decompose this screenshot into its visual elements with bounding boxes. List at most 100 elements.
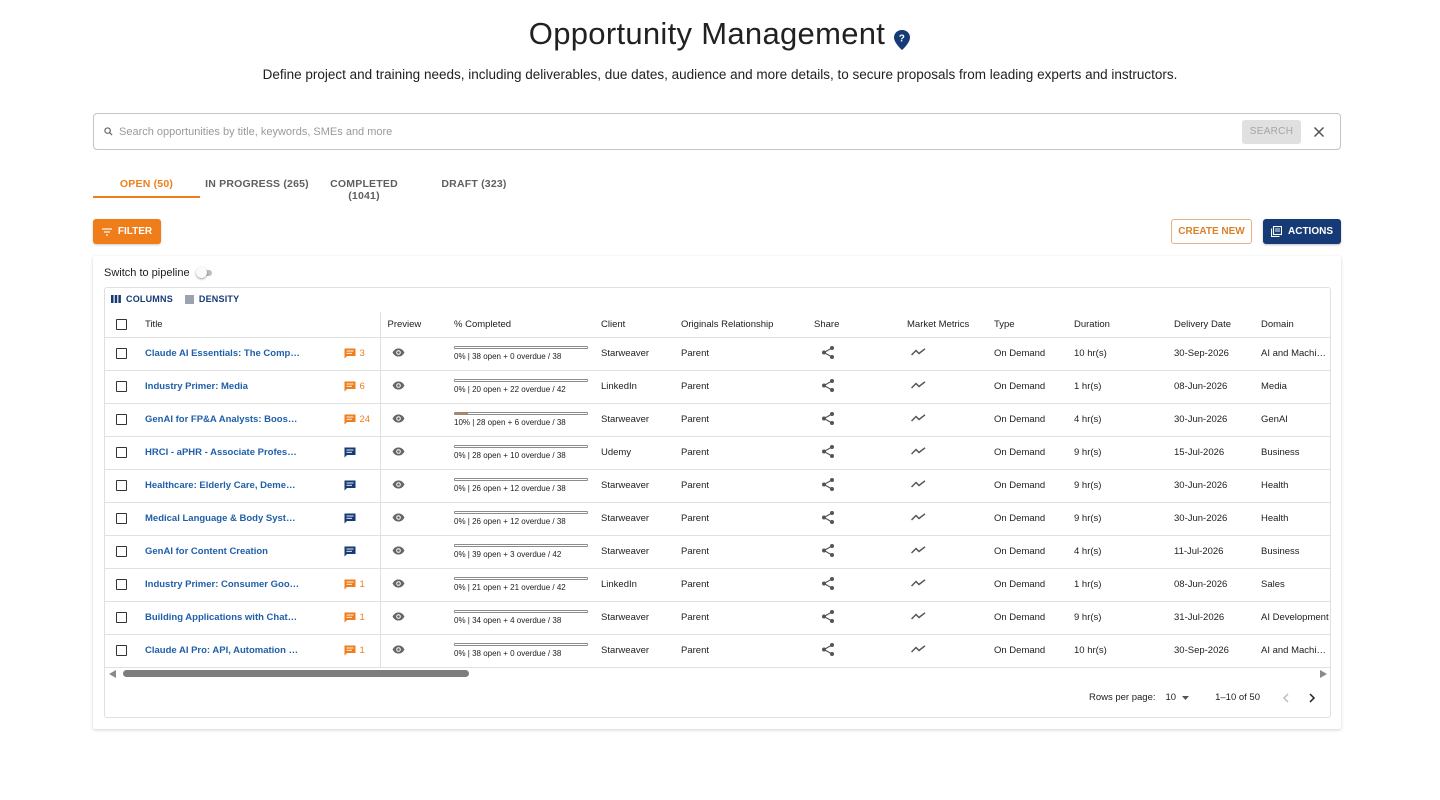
share-icon[interactable]: [822, 510, 834, 527]
tab-draft[interactable]: DRAFT (323): [414, 172, 534, 198]
opportunity-title-link[interactable]: HRCI - aPHR - Associate Professional in …: [145, 447, 300, 458]
tab-in-progress[interactable]: IN PROGRESS (265): [200, 172, 314, 198]
rows-per-page-select[interactable]: 10: [1166, 692, 1190, 703]
opportunity-title-link[interactable]: GenAI for Content Creation: [145, 546, 268, 557]
table-row[interactable]: GenAI for Content Creation 0% | 39 open …: [105, 535, 1330, 569]
tab-open[interactable]: OPEN (50): [93, 172, 200, 198]
previous-page-icon[interactable]: [1282, 692, 1289, 703]
eye-icon[interactable]: [392, 645, 405, 657]
share-icon[interactable]: [822, 609, 834, 626]
eye-icon[interactable]: [392, 612, 405, 624]
opportunity-title-link[interactable]: Healthcare: Elderly Care, Dementia and M…: [145, 480, 300, 491]
column-header-preview[interactable]: Preview: [380, 312, 447, 338]
table-row[interactable]: Healthcare: Elderly Care, Dementia and M…: [105, 469, 1330, 503]
comments-indicator[interactable]: 6: [344, 381, 372, 392]
column-header-client[interactable]: Client: [594, 312, 674, 338]
opportunity-title-link[interactable]: Industry Primer: Media: [145, 381, 248, 392]
comments-indicator[interactable]: 1: [344, 579, 372, 590]
table-row[interactable]: Medical Language & Body Systems Fundamen…: [105, 502, 1330, 536]
trending-icon[interactable]: [910, 513, 926, 524]
row-checkbox[interactable]: [116, 414, 127, 425]
table-row[interactable]: GenAI for FP&A Analysts: Boosting Foreca…: [105, 403, 1330, 437]
eye-icon[interactable]: [392, 546, 405, 558]
trending-icon[interactable]: [910, 645, 926, 656]
share-icon[interactable]: [822, 345, 834, 362]
close-icon[interactable]: [1313, 126, 1325, 138]
column-header-relationship[interactable]: Originals Relationship: [674, 312, 807, 338]
comments-indicator[interactable]: [344, 480, 372, 491]
next-page-icon[interactable]: [1309, 692, 1316, 703]
row-checkbox[interactable]: [116, 348, 127, 359]
trending-icon[interactable]: [910, 579, 926, 590]
eye-icon[interactable]: [392, 381, 405, 393]
opportunity-title-link[interactable]: Industry Primer: Consumer Goods: [145, 579, 300, 590]
share-icon[interactable]: [822, 477, 834, 494]
comments-indicator[interactable]: 1: [344, 645, 372, 656]
tab-completed[interactable]: COMPLETED (1041): [314, 172, 414, 202]
share-icon[interactable]: [822, 543, 834, 560]
share-icon[interactable]: [822, 642, 834, 659]
opportunity-title-link[interactable]: Medical Language & Body Systems Fundamen…: [145, 513, 300, 524]
table-row[interactable]: Building Applications with ChatGPT API 1…: [105, 601, 1330, 635]
table-row[interactable]: Claude AI Pro: API, Automation & Agents …: [105, 634, 1330, 668]
eye-icon[interactable]: [392, 414, 405, 426]
scroll-left-icon[interactable]: [109, 670, 116, 678]
column-header-delivery-date[interactable]: Delivery Date: [1167, 312, 1254, 338]
opportunity-title-link[interactable]: Claude AI Pro: API, Automation & Agents: [145, 645, 300, 656]
row-checkbox[interactable]: [116, 447, 127, 458]
row-checkbox[interactable]: [116, 513, 127, 524]
column-header-completed[interactable]: % Completed: [447, 312, 594, 338]
share-icon[interactable]: [822, 411, 834, 428]
column-header-title[interactable]: Title: [138, 312, 381, 338]
trending-icon[interactable]: [910, 447, 926, 458]
search-input[interactable]: [119, 125, 1242, 138]
column-header-duration[interactable]: Duration: [1067, 312, 1167, 338]
column-header-share[interactable]: Share: [807, 312, 900, 338]
create-new-button[interactable]: CREATE NEW: [1171, 219, 1252, 244]
filter-button[interactable]: FILTER: [93, 219, 161, 244]
trending-icon[interactable]: [910, 381, 926, 392]
column-header-type[interactable]: Type: [987, 312, 1067, 338]
columns-button[interactable]: COLUMNS: [111, 294, 173, 304]
scrollbar-thumb[interactable]: [123, 670, 469, 677]
eye-icon[interactable]: [392, 348, 405, 360]
comments-indicator[interactable]: [344, 546, 372, 557]
comments-indicator[interactable]: 1: [344, 612, 372, 623]
column-header-domain[interactable]: Domain: [1254, 312, 1330, 338]
eye-icon[interactable]: [392, 447, 405, 459]
search-button[interactable]: SEARCH: [1242, 119, 1301, 144]
actions-button[interactable]: ACTIONS: [1263, 219, 1341, 244]
comments-indicator[interactable]: [344, 447, 372, 458]
comments-indicator[interactable]: [344, 513, 372, 524]
trending-icon[interactable]: [910, 546, 926, 557]
help-icon[interactable]: ?: [893, 23, 911, 50]
opportunity-title-link[interactable]: Claude AI Essentials: The Complete Guide: [145, 348, 300, 359]
trending-icon[interactable]: [910, 612, 926, 623]
trending-icon[interactable]: [910, 480, 926, 491]
opportunity-title-link[interactable]: GenAI for FP&A Analysts: Boosting Foreca…: [145, 414, 300, 425]
row-checkbox[interactable]: [116, 381, 127, 392]
select-all-checkbox[interactable]: [116, 318, 127, 330]
table-row[interactable]: Industry Primer: Consumer Goods 1 0% | 2…: [105, 568, 1330, 602]
eye-icon[interactable]: [392, 579, 405, 591]
eye-icon[interactable]: [392, 480, 405, 492]
table-row[interactable]: Industry Primer: Media 6 0% | 20 open + …: [105, 370, 1330, 404]
row-checkbox[interactable]: [116, 579, 127, 590]
horizontal-scrollbar[interactable]: [105, 666, 1330, 682]
density-button[interactable]: DENSITY: [184, 294, 239, 304]
trending-icon[interactable]: [910, 348, 926, 359]
row-checkbox[interactable]: [116, 480, 127, 491]
opportunity-title-link[interactable]: Building Applications with ChatGPT API: [145, 612, 300, 623]
share-icon[interactable]: [822, 444, 834, 461]
share-icon[interactable]: [822, 576, 834, 593]
table-row[interactable]: Claude AI Essentials: The Complete Guide…: [105, 337, 1330, 371]
column-header-market-metrics[interactable]: Market Metrics: [900, 312, 987, 338]
pipeline-toggle[interactable]: [195, 267, 214, 278]
trending-icon[interactable]: [910, 414, 926, 425]
share-icon[interactable]: [822, 378, 834, 395]
comments-indicator[interactable]: 24: [344, 414, 372, 425]
row-checkbox[interactable]: [116, 645, 127, 656]
scroll-right-icon[interactable]: [1320, 670, 1327, 678]
row-checkbox[interactable]: [116, 612, 127, 623]
table-row[interactable]: HRCI - aPHR - Associate Professional in …: [105, 436, 1330, 470]
